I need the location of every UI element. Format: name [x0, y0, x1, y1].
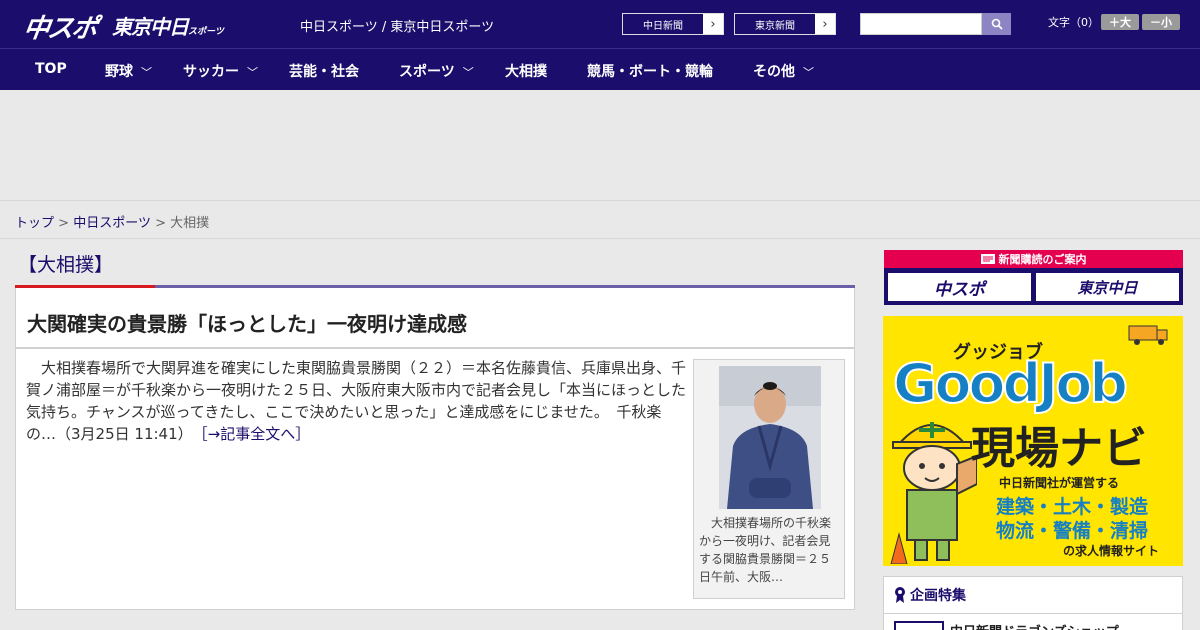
read-more-link[interactable]: ［→記事全文へ］	[200, 425, 310, 443]
tokyo-logo-small: スポーツ	[188, 27, 224, 37]
truck-icon	[1128, 325, 1168, 345]
ad-space	[0, 90, 1200, 200]
subscription-header-label: 新聞購読のご案内	[998, 253, 1087, 266]
site-title[interactable]: 中日スポーツ / 東京中日スポーツ	[300, 16, 494, 35]
dragons-shop-thumbnail[interactable]	[894, 621, 944, 630]
goodjob-jobs-line1: 建築・土木・製造	[996, 496, 1149, 518]
subscribe-chuspo-logo[interactable]: 中スポ	[888, 273, 1031, 301]
goodjob-ad-banner[interactable]: グッジョブ GoodJob 現場ナビ 中日新聞社が運営する 建築・土木・製造 物…	[883, 316, 1183, 566]
nav-item-racing[interactable]: 競馬・ボート・競輪	[587, 61, 713, 81]
nav-item-label: その他	[753, 64, 795, 80]
chevron-down-icon: ﹀	[247, 66, 258, 79]
nav-item-baseball[interactable]: 野球 ﹀	[105, 61, 152, 81]
goodjob-jobs-line2: 物流・警備・清掃	[996, 520, 1149, 542]
article-timestamp: （3月25日 11:41）	[56, 425, 186, 443]
breadcrumb-bar: トップ > 中日スポーツ > 大相撲	[0, 200, 1200, 239]
search-button[interactable]	[982, 13, 1011, 35]
breadcrumb-separator: >	[58, 216, 70, 231]
tokyo-logo-text: 東京中日	[112, 15, 189, 39]
chevron-down-icon: ﹀	[141, 66, 152, 79]
breadcrumb-separator: >	[155, 216, 166, 231]
article-photo[interactable]	[719, 366, 821, 509]
font-smaller-button[interactable]: －小	[1142, 14, 1180, 30]
top-header: 中スポ 東京中日スポーツ 中日スポーツ / 東京中日スポーツ 中日新聞 › 東京…	[0, 0, 1200, 48]
nav-item-label: スポーツ	[399, 64, 455, 80]
special-features-title: 企画特集	[894, 585, 966, 605]
category-heading: 【大相撲】	[18, 254, 114, 276]
goodjob-navi: 現場ナビ	[971, 423, 1147, 474]
nav-item-other[interactable]: その他 ﹀	[753, 61, 814, 81]
chunichi-shimbun-link[interactable]: 中日新聞 ›	[622, 13, 724, 35]
nav-item-sumo[interactable]: 大相撲	[505, 61, 547, 81]
dragons-shop-link[interactable]: 中日新聞ドラゴンズショップ	[950, 621, 1119, 630]
article-summary: 大相撲春場所で大関昇進を確実にした東関脇貴景勝関（２２）＝本名佐藤貴信、兵庫県出…	[26, 357, 686, 445]
search-input[interactable]	[860, 13, 982, 35]
photo-caption: 大相撲春場所の千秋楽から一夜明け、記者会見する関脇貴景勝関＝２５日午前、大阪…	[699, 516, 832, 584]
chuspo-logo[interactable]: 中スポ	[21, 8, 98, 45]
nav-item-label: 競馬・ボート・競輪	[587, 64, 713, 80]
breadcrumb: トップ > 中日スポーツ > 大相撲	[15, 212, 209, 231]
subscription-header: 新聞購読のご案内	[884, 250, 1183, 268]
font-larger-button[interactable]: ＋大	[1101, 14, 1139, 30]
subscribe-tokyo-chunichi-logo[interactable]: 東京中日	[1036, 273, 1179, 301]
font-size-label: 文字（0）	[1048, 16, 1099, 29]
breadcrumb-link-chunichi-sports[interactable]: 中日スポーツ	[73, 216, 151, 231]
headline-box: 大関確実の貴景勝「ほっとした」一夜明け達成感	[15, 288, 855, 348]
special-features-box: 企画特集 中日新聞ドラゴンズショップ	[883, 576, 1183, 630]
article-body-box: 大相撲春場所で大関昇進を確実にした東関脇貴景勝関（２２）＝本名佐藤貴信、兵庫県出…	[15, 348, 855, 610]
nav-item-entertainment[interactable]: 芸能・社会	[289, 61, 359, 81]
breadcrumb-current: 大相撲	[170, 216, 210, 231]
paper-link-label: 東京新聞	[755, 20, 795, 32]
nav-item-label: サッカー	[183, 64, 239, 80]
photo-box: 大相撲春場所の千秋楽から一夜明け、記者会見する関脇貴景勝関＝２５日午前、大阪…	[693, 359, 845, 599]
nav-item-soccer[interactable]: サッカー ﹀	[183, 61, 258, 81]
goodjob-site-label: の求人情報サイト	[1063, 544, 1160, 558]
chevron-down-icon: ﹀	[462, 66, 474, 79]
newspaper-icon	[980, 254, 995, 264]
chevron-right-icon: ›	[703, 14, 723, 34]
tokyo-shimbun-link[interactable]: 東京新聞 ›	[734, 13, 836, 35]
nav-item-label: 大相撲	[505, 64, 547, 80]
subscription-banner[interactable]: 新聞購読のご案内 中スポ 東京中日	[884, 250, 1183, 305]
special-features-label: 企画特集	[910, 588, 966, 604]
main-nav: TOP 野球 ﹀ サッカー ﹀ 芸能・社会 スポーツ ﹀ 大相撲 競馬・ボート・競輪 …	[0, 48, 1200, 90]
chevron-down-icon: ﹀	[803, 66, 814, 79]
nav-item-label: 芸能・社会	[289, 64, 359, 80]
nav-item-top[interactable]: TOP	[35, 61, 67, 77]
worker-illustration	[890, 422, 977, 564]
chevron-right-icon: ›	[815, 14, 835, 34]
breadcrumb-link-top[interactable]: トップ	[15, 216, 54, 231]
award-ribbon-icon	[895, 587, 905, 603]
special-divider	[884, 613, 1182, 614]
paper-link-label: 中日新聞	[643, 20, 683, 32]
nav-item-label: TOP	[35, 61, 67, 77]
search-icon	[991, 18, 1003, 30]
nav-item-label: 野球	[105, 64, 133, 80]
article-headline[interactable]: 大関確実の貴景勝「ほっとした」一夜明け達成感	[27, 308, 467, 337]
nav-item-sports[interactable]: スポーツ ﹀	[399, 61, 474, 81]
wrestler-photo-graphic	[719, 366, 821, 509]
goodjob-subtitle: 中日新聞社が運営する	[999, 476, 1120, 490]
tokyo-chunichi-logo[interactable]: 東京中日スポーツ	[112, 11, 224, 40]
